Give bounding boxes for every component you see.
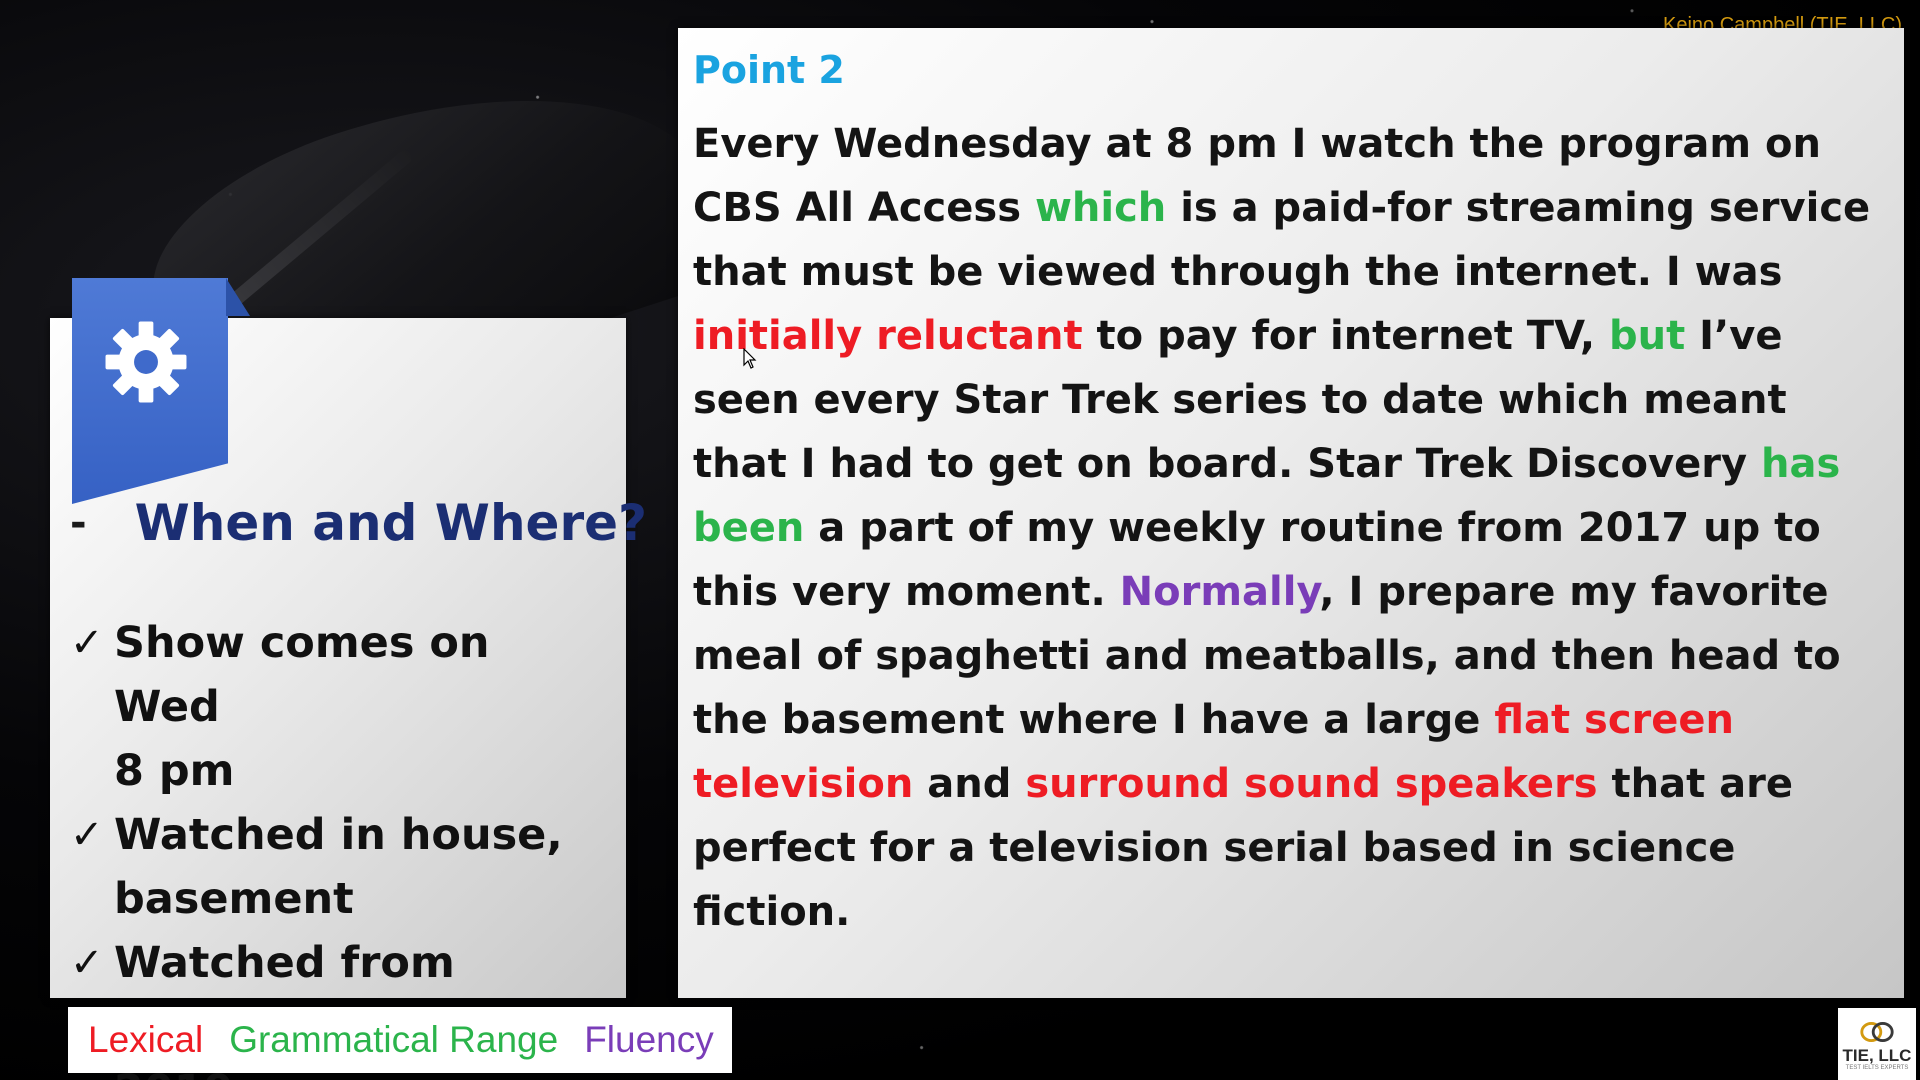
tie-logo-icon	[1860, 1022, 1894, 1042]
essay-text: this very moment.	[693, 569, 1120, 615]
list-item-line: Show comes on Wed	[114, 618, 490, 732]
check-icon: ✓	[70, 812, 104, 858]
essay-text: that must be viewed through the internet…	[693, 249, 1783, 295]
legend-lexical: Lexical	[88, 1019, 204, 1060]
essay-text: CBS All Access	[693, 185, 1035, 231]
tie-logo: TIE, LLC TEST IELTS EXPERTS	[1838, 1008, 1916, 1080]
essay-text: the basement where I have a large	[693, 697, 1495, 743]
list-item: ✓ Watched in house, basement	[70, 803, 590, 931]
essay-line: Every Wednesday at 8 pm I watch the prog…	[693, 112, 1893, 176]
essay-text: to pay for internet TV,	[1082, 313, 1610, 359]
essay-line: been a part of my weekly routine from 20…	[693, 496, 1893, 560]
legend-grammatical-range: Grammatical Range	[229, 1019, 559, 1060]
essay-text: perfect for a television serial based in…	[693, 825, 1736, 871]
essay-line: perfect for a television serial based in…	[693, 816, 1893, 880]
essay-line: seen every Star Trek series to date whic…	[693, 368, 1893, 432]
check-icon: ✓	[70, 940, 104, 986]
essay-line: the basement where I have a large flat s…	[693, 688, 1893, 752]
essay-line: that must be viewed through the internet…	[693, 240, 1893, 304]
highlighted-phrase-purple: Normally	[1119, 569, 1320, 615]
list-item-line: Watched in house,	[114, 810, 563, 860]
highlighted-phrase-red: surround sound speakers	[1025, 761, 1598, 807]
list-item-line: 8 pm	[114, 746, 235, 796]
essay-text: seen every Star Trek series to date whic…	[693, 377, 1787, 423]
logo-text: TIE, LLC	[1842, 1046, 1912, 1065]
highlighted-phrase-red: television	[693, 761, 914, 807]
essay-text: I’ve	[1685, 313, 1783, 359]
logo-subtext: TEST IELTS EXPERTS	[1845, 1065, 1909, 1071]
essay-line: television and surround sound speakers t…	[693, 752, 1893, 816]
essay-text: , I prepare my favorite	[1319, 569, 1829, 615]
essay-text: a part of my weekly routine from 2017 up…	[804, 505, 1821, 551]
essay-paragraph: Every Wednesday at 8 pm I watch the prog…	[693, 112, 1893, 944]
check-icon: ✓	[70, 620, 104, 666]
list-item: ✓ Show comes on Wed 8 pm	[70, 611, 590, 803]
color-legend: Lexical Grammatical Range Fluency	[68, 1007, 732, 1073]
highlighted-phrase-red: flat screen	[1494, 697, 1734, 743]
highlighted-phrase-green: has	[1760, 441, 1841, 487]
legend-fluency: Fluency	[584, 1019, 714, 1060]
essay-line: this very moment. Normally, I prepare my…	[693, 560, 1893, 624]
essay-text: is a paid-for streaming service	[1166, 185, 1871, 231]
essay-text: that I had to get on board. Star Trek Di…	[693, 441, 1761, 487]
list-item-line: basement	[114, 874, 354, 924]
essay-text: fiction.	[693, 889, 851, 935]
point-title: Point 2	[693, 48, 845, 92]
essay-text: and	[913, 761, 1026, 807]
highlighted-phrase-green: which	[1034, 185, 1167, 231]
essay-line: CBS All Access which is a paid-for strea…	[693, 176, 1893, 240]
essay-line: that I had to get on board. Star Trek Di…	[693, 432, 1893, 496]
gear-icon	[105, 321, 187, 403]
highlighted-phrase-green: but	[1609, 313, 1686, 359]
essay-text: Every Wednesday at 8 pm I watch the prog…	[693, 121, 1821, 167]
left-heading: When and Where?	[134, 494, 648, 552]
essay-line: fiction.	[693, 880, 1893, 944]
heading-dash: -	[70, 500, 87, 546]
left-heading-row: - When and Where?	[70, 494, 647, 552]
essay-line: initially reluctant to pay for internet …	[693, 304, 1893, 368]
essay-line: meal of spaghetti and meatballs, and the…	[693, 624, 1893, 688]
highlighted-phrase-green: been	[693, 505, 805, 551]
essay-text: that are	[1597, 761, 1794, 807]
essay-text: meal of spaghetti and meatballs, and the…	[693, 633, 1841, 679]
mouse-cursor-icon	[743, 348, 757, 369]
slide-stage: Keino Campbell (TIE, LLC) - When and Whe…	[0, 0, 1920, 1080]
